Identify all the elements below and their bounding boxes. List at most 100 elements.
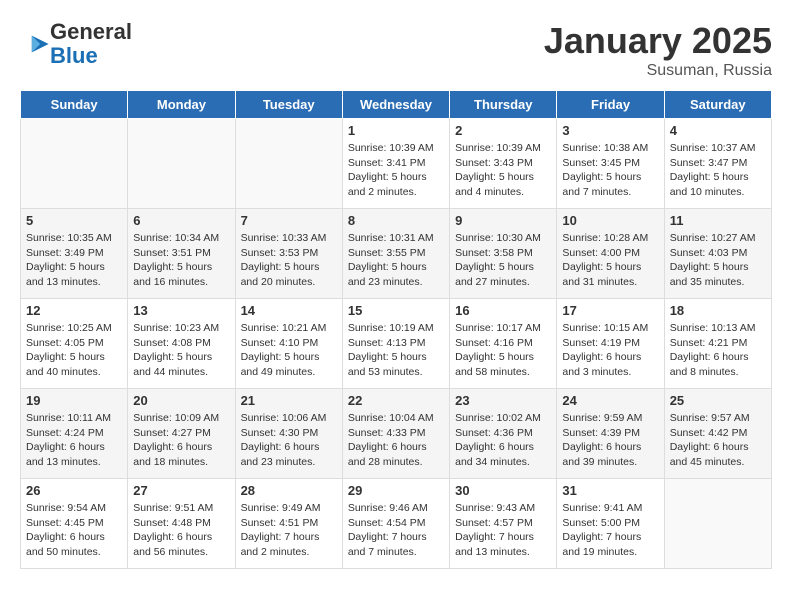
logo-icon <box>22 30 50 58</box>
day-number: 16 <box>455 303 551 318</box>
calendar-cell: 22 Sunrise: 10:04 AM Sunset: 4:33 PM Dayl… <box>342 389 449 479</box>
day-info: Sunrise: 10:19 AM Sunset: 4:13 PM Daylig… <box>348 321 444 380</box>
day-info: Sunrise: 10:06 AM Sunset: 4:30 PM Daylig… <box>241 411 337 470</box>
calendar-week-row: 26 Sunrise: 9:54 AM Sunset: 4:45 PM Dayli… <box>21 479 772 569</box>
calendar-cell: 16 Sunrise: 10:17 AM Sunset: 4:16 PM Dayl… <box>450 299 557 389</box>
day-info: Sunrise: 9:46 AM Sunset: 4:54 PM Dayligh… <box>348 501 444 560</box>
day-info: Sunrise: 10:39 AM Sunset: 3:43 PM Daylig… <box>455 141 551 200</box>
calendar-cell: 15 Sunrise: 10:19 AM Sunset: 4:13 PM Dayl… <box>342 299 449 389</box>
day-number: 19 <box>26 393 122 408</box>
day-info: Sunrise: 10:17 AM Sunset: 4:16 PM Daylig… <box>455 321 551 380</box>
day-info: Sunrise: 9:57 AM Sunset: 4:42 PM Dayligh… <box>670 411 766 470</box>
calendar-cell: 21 Sunrise: 10:06 AM Sunset: 4:30 PM Dayl… <box>235 389 342 479</box>
calendar-subtitle: Susuman, Russia <box>544 62 772 80</box>
weekday-header: Wednesday <box>342 91 449 119</box>
weekday-header: Sunday <box>21 91 128 119</box>
calendar-cell <box>664 479 771 569</box>
calendar-cell: 31 Sunrise: 9:41 AM Sunset: 5:00 PM Dayli… <box>557 479 664 569</box>
day-number: 17 <box>562 303 658 318</box>
day-number: 8 <box>348 213 444 228</box>
day-number: 20 <box>133 393 229 408</box>
day-info: Sunrise: 10:13 AM Sunset: 4:21 PM Daylig… <box>670 321 766 380</box>
day-number: 3 <box>562 123 658 138</box>
day-info: Sunrise: 10:37 AM Sunset: 3:47 PM Daylig… <box>670 141 766 200</box>
day-info: Sunrise: 10:15 AM Sunset: 4:19 PM Daylig… <box>562 321 658 380</box>
day-number: 25 <box>670 393 766 408</box>
calendar-cell <box>128 119 235 209</box>
calendar-cell: 7 Sunrise: 10:33 AM Sunset: 3:53 PM Dayli… <box>235 209 342 299</box>
calendar-week-row: 5Sunrise: 10:35 AM Sunset: 3:49 PM Dayli… <box>21 209 772 299</box>
day-number: 6 <box>133 213 229 228</box>
calendar-cell: 30Sunrise: 9:43 AM Sunset: 4:57 PM Dayli… <box>450 479 557 569</box>
calendar-cell: 29 Sunrise: 9:46 AM Sunset: 4:54 PM Dayli… <box>342 479 449 569</box>
day-info: Sunrise: 10:23 AM Sunset: 4:08 PM Daylig… <box>133 321 229 380</box>
day-number: 10 <box>562 213 658 228</box>
day-info: Sunrise: 10:27 AM Sunset: 4:03 PM Daylig… <box>670 231 766 290</box>
day-number: 4 <box>670 123 766 138</box>
day-info: Sunrise: 10:38 AM Sunset: 3:45 PM Daylig… <box>562 141 658 200</box>
day-number: 15 <box>348 303 444 318</box>
day-info: Sunrise: 9:59 AM Sunset: 4:39 PM Dayligh… <box>562 411 658 470</box>
day-info: Sunrise: 10:28 AM Sunset: 4:00 PM Daylig… <box>562 231 658 290</box>
day-number: 13 <box>133 303 229 318</box>
calendar-cell <box>21 119 128 209</box>
day-number: 5 <box>26 213 122 228</box>
calendar-cell: 14 Sunrise: 10:21 AM Sunset: 4:10 PM Dayl… <box>235 299 342 389</box>
calendar-cell: 3 Sunrise: 10:38 AM Sunset: 3:45 PM Dayli… <box>557 119 664 209</box>
calendar-cell: 20 Sunrise: 10:09 AM Sunset: 4:27 PM Dayl… <box>128 389 235 479</box>
calendar-cell: 18 Sunrise: 10:13 AM Sunset: 4:21 PM Dayl… <box>664 299 771 389</box>
calendar-cell: 23Sunrise: 10:02 AM Sunset: 4:36 PM Dayl… <box>450 389 557 479</box>
day-number: 11 <box>670 213 766 228</box>
weekday-header: Tuesday <box>235 91 342 119</box>
calendar-week-row: 12 Sunrise: 10:25 AM Sunset: 4:05 PM Dayl… <box>21 299 772 389</box>
day-info: Sunrise: 9:51 AM Sunset: 4:48 PM Dayligh… <box>133 501 229 560</box>
calendar-cell: 2Sunrise: 10:39 AM Sunset: 3:43 PM Dayli… <box>450 119 557 209</box>
calendar-week-row: 19Sunrise: 10:11 AM Sunset: 4:24 PM Dayl… <box>21 389 772 479</box>
calendar-cell: 6Sunrise: 10:34 AM Sunset: 3:51 PM Dayli… <box>128 209 235 299</box>
weekday-header: Thursday <box>450 91 557 119</box>
calendar-cell: 4 Sunrise: 10:37 AM Sunset: 3:47 PM Dayli… <box>664 119 771 209</box>
day-number: 31 <box>562 483 658 498</box>
day-info: Sunrise: 10:04 AM Sunset: 4:33 PM Daylig… <box>348 411 444 470</box>
day-info: Sunrise: 9:49 AM Sunset: 4:51 PM Dayligh… <box>241 501 337 560</box>
weekday-header: Monday <box>128 91 235 119</box>
day-number: 27 <box>133 483 229 498</box>
calendar-cell: 8Sunrise: 10:31 AM Sunset: 3:55 PM Dayli… <box>342 209 449 299</box>
calendar-week-row: 1Sunrise: 10:39 AM Sunset: 3:41 PM Dayli… <box>21 119 772 209</box>
day-number: 21 <box>241 393 337 408</box>
calendar-cell: 11 Sunrise: 10:27 AM Sunset: 4:03 PM Dayl… <box>664 209 771 299</box>
calendar-cell: 1Sunrise: 10:39 AM Sunset: 3:41 PM Dayli… <box>342 119 449 209</box>
calendar-cell: 25 Sunrise: 9:57 AM Sunset: 4:42 PM Dayli… <box>664 389 771 479</box>
day-number: 24 <box>562 393 658 408</box>
calendar-cell: 26 Sunrise: 9:54 AM Sunset: 4:45 PM Dayli… <box>21 479 128 569</box>
calendar-cell: 5Sunrise: 10:35 AM Sunset: 3:49 PM Dayli… <box>21 209 128 299</box>
calendar-title: January 2025 <box>544 20 772 62</box>
day-number: 18 <box>670 303 766 318</box>
calendar-cell: 17 Sunrise: 10:15 AM Sunset: 4:19 PM Dayl… <box>557 299 664 389</box>
calendar-cell: 10 Sunrise: 10:28 AM Sunset: 4:00 PM Dayl… <box>557 209 664 299</box>
day-number: 14 <box>241 303 337 318</box>
weekday-header-row: SundayMondayTuesdayWednesdayThursdayFrid… <box>21 91 772 119</box>
day-info: Sunrise: 10:39 AM Sunset: 3:41 PM Daylig… <box>348 141 444 200</box>
day-info: Sunrise: 10:30 AM Sunset: 3:58 PM Daylig… <box>455 231 551 290</box>
weekday-header: Friday <box>557 91 664 119</box>
day-info: Sunrise: 10:21 AM Sunset: 4:10 PM Daylig… <box>241 321 337 380</box>
day-number: 12 <box>26 303 122 318</box>
logo: General Blue <box>20 20 132 68</box>
day-number: 29 <box>348 483 444 498</box>
weekday-header: Saturday <box>664 91 771 119</box>
day-number: 7 <box>241 213 337 228</box>
day-number: 9 <box>455 213 551 228</box>
day-info: Sunrise: 9:41 AM Sunset: 5:00 PM Dayligh… <box>562 501 658 560</box>
logo-text: General Blue <box>50 20 132 68</box>
day-info: Sunrise: 9:54 AM Sunset: 4:45 PM Dayligh… <box>26 501 122 560</box>
day-info: Sunrise: 10:25 AM Sunset: 4:05 PM Daylig… <box>26 321 122 380</box>
day-info: Sunrise: 10:09 AM Sunset: 4:27 PM Daylig… <box>133 411 229 470</box>
calendar-cell: 24 Sunrise: 9:59 AM Sunset: 4:39 PM Dayli… <box>557 389 664 479</box>
day-info: Sunrise: 10:02 AM Sunset: 4:36 PM Daylig… <box>455 411 551 470</box>
day-number: 26 <box>26 483 122 498</box>
calendar-cell: 19Sunrise: 10:11 AM Sunset: 4:24 PM Dayl… <box>21 389 128 479</box>
page-header: General Blue January 2025 Susuman, Russi… <box>20 20 772 80</box>
day-info: Sunrise: 10:33 AM Sunset: 3:53 PM Daylig… <box>241 231 337 290</box>
day-number: 22 <box>348 393 444 408</box>
